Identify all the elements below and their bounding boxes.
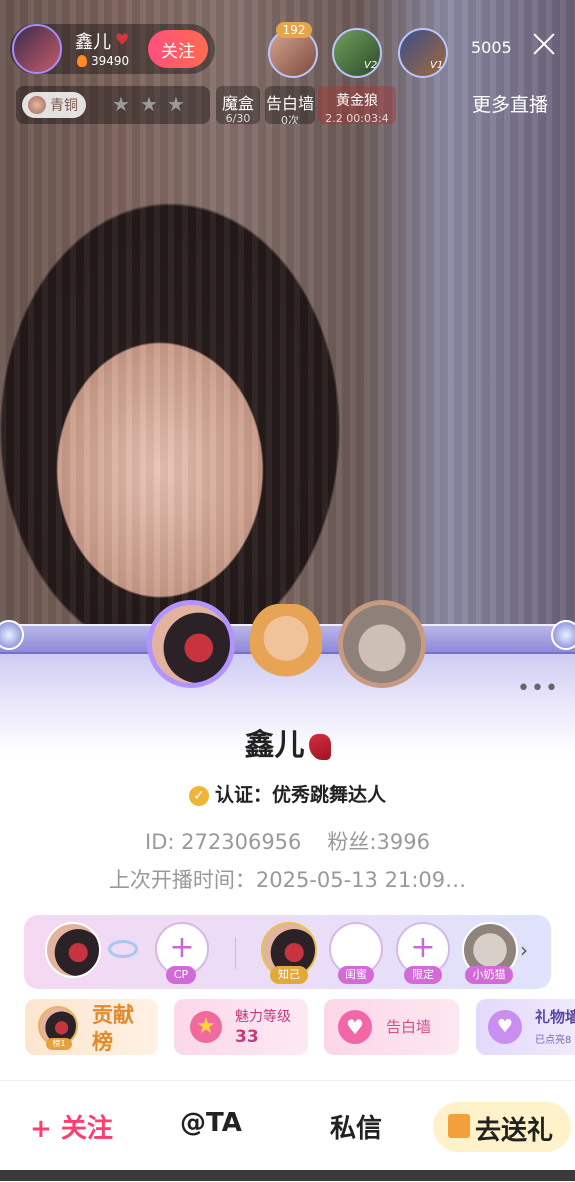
star-icon: ★ (112, 92, 130, 116)
more-options-icon[interactable]: ••• (517, 676, 559, 701)
certification: ✓ 认证：优秀跳舞达人 (0, 780, 575, 807)
profile-id: ID: 272306956 (145, 830, 302, 854)
tile-sub: 2.2 00:03:4 (325, 112, 389, 124)
verified-icon: ✓ (188, 785, 209, 806)
confession-wall-label: 告白墙 (386, 1018, 432, 1036)
slot-label: 闺蜜 (338, 966, 374, 984)
last-live-time: 上次开播时间：2025-05-13 21:09… (108, 868, 467, 892)
host-name: 鑫儿 (75, 32, 111, 53)
relation-avatar[interactable] (45, 922, 101, 978)
tile-sub: 0次 (281, 114, 299, 124)
star-icon: ★ (140, 92, 158, 116)
host-score: 39490 (91, 54, 130, 68)
heart-icon: ♥ (115, 30, 130, 49)
tile-sub: 6/30 (225, 112, 251, 124)
viewer-badge: 192 (276, 22, 312, 38)
system-nav-bar (0, 1170, 575, 1181)
more-live-link[interactable]: 更多直播 (472, 90, 548, 117)
ring-icon (108, 940, 138, 958)
tile-confession-wall[interactable]: 告白墙 0次 (265, 86, 315, 124)
tile-magic-box[interactable]: 魔盒 6/30 (216, 86, 260, 124)
tile-title: 告白墙 (265, 94, 314, 113)
follow-button[interactable]: 关注 (148, 30, 208, 68)
host-avatar[interactable] (12, 24, 62, 74)
dancer-icon (308, 733, 331, 760)
slot-label: 小奶猫 (465, 966, 513, 984)
message-action[interactable]: 私信 (330, 1108, 382, 1145)
charm-value: 33 (235, 1027, 259, 1047)
profile-avatar[interactable] (147, 600, 235, 688)
mention-action[interactable]: @TA (180, 1108, 242, 1138)
rank-badge: 榜1 (46, 1038, 72, 1050)
tile-title: 黄金狼 (336, 93, 378, 109)
star-icon: ★ (167, 92, 185, 116)
tile-golden-wolf[interactable]: 黄金狼 2.2 00:03:4 (318, 86, 396, 124)
divider (235, 937, 236, 969)
charm-label: 魅力等级 (235, 1009, 291, 1025)
contribution-label: 贡献榜 (92, 1003, 134, 1054)
gift-icon (448, 1114, 470, 1138)
viewer-level-badge: V2 (364, 60, 378, 71)
viewer-count[interactable]: 5005 (471, 38, 512, 57)
slot-label: 限定 (404, 966, 442, 984)
guardian-avatar[interactable] (250, 604, 322, 690)
star-icon: ★ (190, 1011, 222, 1043)
heart-icon: ♥ (338, 1010, 372, 1044)
slot-label: 知己 (270, 966, 308, 984)
id-and-fans: ID: 272306956 粉丝:3996 (0, 826, 575, 856)
fire-icon (77, 55, 87, 67)
tile-title: 魔盒 (221, 94, 254, 113)
gift-wall-sub: 已点亮8 (535, 1035, 572, 1046)
bronze-gem-icon (28, 96, 46, 114)
profile-name: 鑫儿 (0, 720, 575, 764)
heart-badge-icon: ♥ (488, 1010, 522, 1044)
companion-avatar[interactable] (338, 600, 426, 688)
chevron-right-icon[interactable]: › (520, 938, 528, 962)
close-icon[interactable] (530, 30, 558, 58)
follow-action[interactable]: + 关注 (30, 1108, 113, 1145)
gift-wall-label: 礼物墙 (535, 1008, 575, 1026)
fans-count: 粉丝:3996 (327, 830, 430, 854)
viewer-level-badge: V1 (430, 60, 444, 71)
send-gift-label: 去送礼 (475, 1116, 554, 1146)
cp-label: CP (166, 966, 196, 984)
orb-icon (551, 620, 575, 650)
